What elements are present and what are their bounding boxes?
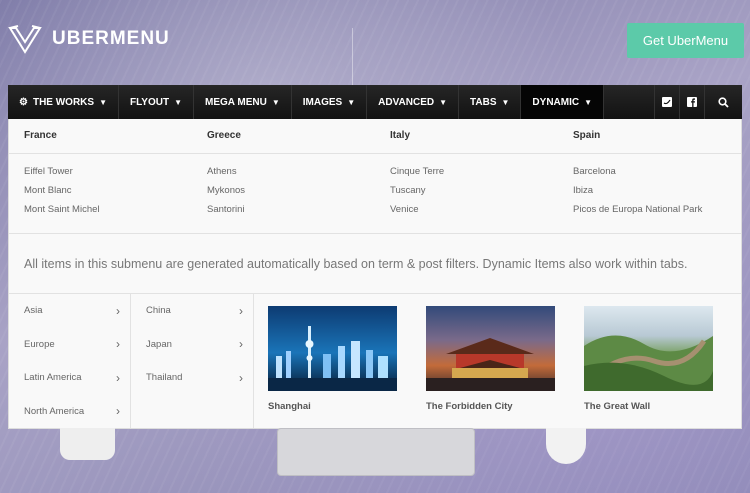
ubermenu-logo-icon <box>8 25 42 54</box>
list-item[interactable]: Tuscany <box>390 185 558 204</box>
get-ubermenu-button[interactable]: Get UberMenu <box>627 23 744 58</box>
column-headings: France Greece Italy Spain <box>9 119 741 154</box>
image-cards: Shanghai The Forbidden City The Great Wa… <box>254 294 741 428</box>
column-list-greece: Athens Mykonos Santorini <box>192 154 375 233</box>
tab-label: North America <box>24 405 85 417</box>
keyboard-decoration <box>277 428 475 476</box>
tabbed-region: Asia › Europe › Latin America › North Am… <box>9 294 741 428</box>
dynamic-submenu: France Greece Italy Spain Eiffel Tower M… <box>8 119 742 429</box>
nav-item-label: ADVANCED <box>378 96 435 108</box>
column-items: Eiffel Tower Mont Blanc Mont Saint Miche… <box>9 154 741 234</box>
wall-graphic <box>584 335 713 391</box>
chevron-right-icon: › <box>239 303 243 318</box>
nav-item-images[interactable]: IMAGES ▼ <box>292 85 368 119</box>
main-nav: ⚙ THE WORKS ▼ FLYOUT ▼ MEGA MENU ▼ IMAGE… <box>8 85 742 119</box>
background-decoration <box>352 28 422 88</box>
nav-item-label: MEGA MENU <box>205 96 267 108</box>
region-tabs: Asia › Europe › Latin America › North Am… <box>9 294 131 428</box>
tab-thailand[interactable]: Thailand › <box>131 361 253 395</box>
card-title[interactable]: Shanghai <box>268 401 397 412</box>
submenu-description: All items in this submenu are generated … <box>9 234 741 294</box>
nav-item-dynamic[interactable]: DYNAMIC ▼ <box>521 85 605 119</box>
card-shanghai[interactable]: Shanghai <box>268 306 397 428</box>
chevron-down-icon: ▼ <box>347 97 356 107</box>
list-item[interactable]: Mont Blanc <box>24 185 192 204</box>
list-item[interactable]: Picos de Europa National Park <box>573 204 741 223</box>
chevron-right-icon: › <box>116 337 120 352</box>
list-item[interactable]: Venice <box>390 204 558 223</box>
list-item[interactable]: Athens <box>207 166 375 185</box>
great-wall-image[interactable] <box>584 306 713 391</box>
mouse-decoration <box>546 428 586 464</box>
nav-item-flyout[interactable]: FLYOUT ▼ <box>119 85 194 119</box>
tab-label: Thailand <box>146 372 183 384</box>
logo[interactable]: UBERMENU <box>8 24 170 54</box>
list-item[interactable]: Cinque Terre <box>390 166 558 185</box>
subregion-tabs: China › Japan › Thailand › <box>131 294 254 428</box>
list-item[interactable]: Barcelona <box>573 166 741 185</box>
column-heading-spain[interactable]: Spain <box>558 119 741 153</box>
list-item[interactable]: Santorini <box>207 204 375 223</box>
tab-asia[interactable]: Asia › <box>9 294 130 328</box>
column-heading-greece[interactable]: Greece <box>192 119 375 153</box>
gear-icon: ⚙ <box>19 96 28 108</box>
chevron-down-icon: ▼ <box>584 97 593 107</box>
chevron-right-icon: › <box>116 303 120 318</box>
card-great-wall[interactable]: The Great Wall <box>584 306 713 428</box>
facebook-icon <box>687 97 697 107</box>
palace-graphic <box>426 338 555 391</box>
nav-item-label: FLYOUT <box>130 96 170 108</box>
card-title[interactable]: The Forbidden City <box>426 401 555 412</box>
brand-name: UBERMENU <box>52 28 170 49</box>
nav-item-label: IMAGES <box>302 96 343 108</box>
shanghai-image[interactable] <box>268 306 397 391</box>
chevron-right-icon: › <box>239 370 243 385</box>
column-heading-italy[interactable]: Italy <box>375 119 558 153</box>
nav-item-label: DYNAMIC <box>532 96 580 108</box>
column-heading-france[interactable]: France <box>9 119 192 153</box>
tab-label: Asia <box>24 305 43 317</box>
nav-item-tabs[interactable]: TABS ▼ <box>459 85 522 119</box>
search-icon <box>718 96 729 108</box>
nav-item-the-works[interactable]: ⚙ THE WORKS ▼ <box>8 85 119 119</box>
search-button[interactable] <box>704 85 742 119</box>
chevron-right-icon: › <box>116 404 120 419</box>
tab-label: Europe <box>24 338 55 350</box>
column-list-spain: Barcelona Ibiza Picos de Europa National… <box>558 154 741 233</box>
chevron-down-icon: ▼ <box>271 97 280 107</box>
tab-label: Latin America <box>24 372 82 384</box>
tab-label: China <box>146 305 171 317</box>
nav-item-label: TABS <box>470 96 497 108</box>
list-item[interactable]: Eiffel Tower <box>24 166 192 185</box>
chevron-down-icon: ▼ <box>99 97 107 107</box>
chevron-right-icon: › <box>239 337 243 352</box>
card-forbidden-city[interactable]: The Forbidden City <box>426 306 555 428</box>
chevron-down-icon: ▼ <box>439 97 448 107</box>
list-item[interactable]: Mykonos <box>207 185 375 204</box>
skyline-graphic <box>268 326 397 391</box>
chevron-right-icon: › <box>116 370 120 385</box>
nav-item-mega-menu[interactable]: MEGA MENU ▼ <box>194 85 292 119</box>
card-title[interactable]: The Great Wall <box>584 401 713 412</box>
twitter-icon <box>662 97 672 107</box>
list-item[interactable]: Ibiza <box>573 185 741 204</box>
nav-item-label: THE WORKS <box>32 96 95 108</box>
twitter-button[interactable] <box>654 85 679 119</box>
facebook-button[interactable] <box>679 85 704 119</box>
column-list-italy: Cinque Terre Tuscany Venice <box>375 154 558 233</box>
list-item[interactable]: Mont Saint Michel <box>24 204 192 223</box>
chevron-down-icon: ▼ <box>501 97 510 107</box>
tab-north-america[interactable]: North America › <box>9 395 130 429</box>
tab-japan[interactable]: Japan › <box>131 328 253 362</box>
tablet-decoration <box>60 428 115 460</box>
tab-europe[interactable]: Europe › <box>9 328 130 362</box>
nav-item-advanced[interactable]: ADVANCED ▼ <box>367 85 460 119</box>
tab-label: Japan <box>146 338 172 350</box>
tab-china[interactable]: China › <box>131 294 253 328</box>
forbidden-city-image[interactable] <box>426 306 555 391</box>
tab-latin-america[interactable]: Latin America › <box>9 361 130 395</box>
column-list-france: Eiffel Tower Mont Blanc Mont Saint Miche… <box>9 154 192 233</box>
chevron-down-icon: ▼ <box>174 97 182 107</box>
